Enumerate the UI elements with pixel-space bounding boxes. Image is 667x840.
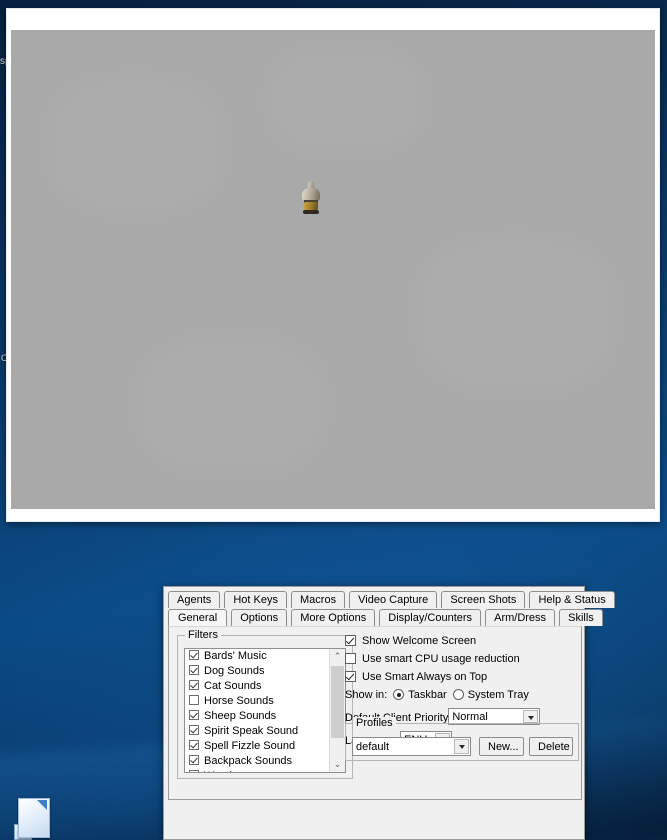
viewport-texture-4 <box>131 330 331 480</box>
list-item[interactable]: Sheep Sounds <box>185 709 345 724</box>
profiles-group-label: Profiles <box>353 717 396 729</box>
filter-checkbox-backpack-sounds[interactable] <box>189 755 199 765</box>
tab-screen-shots[interactable]: Screen Shots <box>441 591 526 608</box>
game-client-window[interactable] <box>6 8 660 522</box>
game-window-titlebar[interactable] <box>7 9 659 30</box>
show-in-label: Show in: <box>345 689 388 701</box>
viewport-texture-2 <box>261 40 431 160</box>
filters-list-scrollbar[interactable]: ⌃ ⌄ <box>329 649 345 772</box>
filter-label: Dog Sounds <box>204 665 265 677</box>
filter-label: Bards' Music <box>204 650 267 662</box>
show-in-taskbar-label: Taskbar <box>408 689 447 701</box>
tab-options[interactable]: Options <box>231 609 288 626</box>
list-item[interactable]: Cat Sounds <box>185 679 345 694</box>
smart-always-on-top-label: Use Smart Always on Top <box>362 671 488 683</box>
filters-list[interactable]: Bards' Music Dog Sounds Cat Sounds Horse… <box>184 648 346 773</box>
filter-label: Spirit Speak Sound <box>204 725 299 737</box>
tab-hot-keys[interactable]: Hot Keys <box>224 591 287 608</box>
tab-more-options[interactable]: More Options <box>291 609 376 626</box>
scroll-up-icon[interactable]: ⌃ <box>330 649 345 664</box>
delete-profile-button[interactable]: Delete <box>529 737 573 756</box>
show-in-system-tray-label: System Tray <box>467 689 529 701</box>
general-tab-page: Filters Bards' Music Dog Sounds Cat Soun… <box>168 626 582 800</box>
document-icon-fold <box>37 800 47 810</box>
tab-skills[interactable]: Skills <box>559 609 603 626</box>
profile-value: default <box>356 741 390 753</box>
option-show-in: Show in: Taskbar System Tray <box>345 689 529 701</box>
option-smart-cpu[interactable]: Use smart CPU usage reduction <box>345 653 520 665</box>
new-profile-button[interactable]: New... <box>479 737 524 756</box>
razor-options-dialog[interactable]: Agents Hot Keys Macros Video Capture Scr… <box>163 586 615 840</box>
list-item[interactable]: Spirit Speak Sound <box>185 724 345 739</box>
tab-help-status[interactable]: Help & Status <box>529 591 615 608</box>
filter-label: Weather <box>204 770 245 772</box>
list-item[interactable]: Weather <box>185 769 345 772</box>
tab-video-capture[interactable]: Video Capture <box>349 591 438 608</box>
desktop-background: sp C Agents <box>0 0 667 840</box>
scrollbar-thumb[interactable] <box>331 666 344 738</box>
list-item[interactable]: Backpack Sounds <box>185 754 345 769</box>
filter-checkbox-dog-sounds[interactable] <box>189 665 199 675</box>
sprite-feet <box>303 210 319 214</box>
smart-cpu-checkbox[interactable] <box>345 653 356 664</box>
tab-row-active: General Options More Options Display/Cou… <box>168 609 604 627</box>
filter-checkbox-spirit-speak-sound[interactable] <box>189 725 199 735</box>
game-client-viewport[interactable] <box>11 30 655 509</box>
filters-group-label: Filters <box>185 629 221 641</box>
filter-checkbox-sheep-sounds[interactable] <box>189 710 199 720</box>
tab-general[interactable]: General <box>168 609 228 626</box>
list-item[interactable]: Dog Sounds <box>185 664 345 679</box>
filter-label: Cat Sounds <box>204 680 262 692</box>
tab-agents[interactable]: Agents <box>168 591 221 608</box>
show-in-taskbar-radio[interactable] <box>393 689 405 700</box>
profiles-groupbox: Profiles default New... Delete <box>345 717 579 761</box>
show-welcome-screen-checkbox[interactable] <box>345 635 356 646</box>
tab-row-overflow: Agents Hot Keys Macros Video Capture Scr… <box>168 591 616 609</box>
show-in-system-tray-radio[interactable] <box>452 689 464 700</box>
smart-cpu-label: Use smart CPU usage reduction <box>362 653 520 665</box>
filters-groupbox: Filters Bards' Music Dog Sounds Cat Soun… <box>177 629 353 779</box>
show-welcome-screen-label: Show Welcome Screen <box>362 635 477 647</box>
filter-checkbox-bards-music[interactable] <box>189 650 199 660</box>
filter-checkbox-spell-fizzle-sound[interactable] <box>189 740 199 750</box>
player-character-sprite[interactable] <box>298 180 324 214</box>
filter-label: Spell Fizzle Sound <box>204 740 296 752</box>
tab-arm-dress[interactable]: Arm/Dress <box>485 609 556 626</box>
tab-display-counters[interactable]: Display/Counters <box>379 609 482 626</box>
chevron-down-icon[interactable] <box>523 710 539 723</box>
viewport-texture-3 <box>411 230 621 400</box>
option-smart-always-on-top[interactable]: Use Smart Always on Top <box>345 671 487 683</box>
filter-label: Horse Sounds <box>204 695 274 707</box>
chevron-down-icon[interactable] <box>454 739 469 754</box>
filter-label: Sheep Sounds <box>204 710 277 722</box>
document-icon-page <box>18 798 50 838</box>
scroll-down-icon[interactable]: ⌄ <box>330 757 345 772</box>
profile-combo[interactable]: default <box>352 737 471 756</box>
filter-label: Backpack Sounds <box>204 755 293 767</box>
tab-macros[interactable]: Macros <box>291 591 346 608</box>
filter-checkbox-horse-sounds[interactable] <box>189 695 199 705</box>
filter-checkbox-weather[interactable] <box>189 770 199 772</box>
filter-checkbox-cat-sounds[interactable] <box>189 680 199 690</box>
list-item[interactable]: Bards' Music <box>185 649 345 664</box>
option-show-welcome-screen[interactable]: Show Welcome Screen <box>345 635 476 647</box>
viewport-texture-1 <box>41 70 231 220</box>
desktop-icon-document[interactable] <box>14 798 50 840</box>
list-item[interactable]: Horse Sounds <box>185 694 345 709</box>
list-item[interactable]: Spell Fizzle Sound <box>185 739 345 754</box>
smart-always-on-top-checkbox[interactable] <box>345 671 356 682</box>
